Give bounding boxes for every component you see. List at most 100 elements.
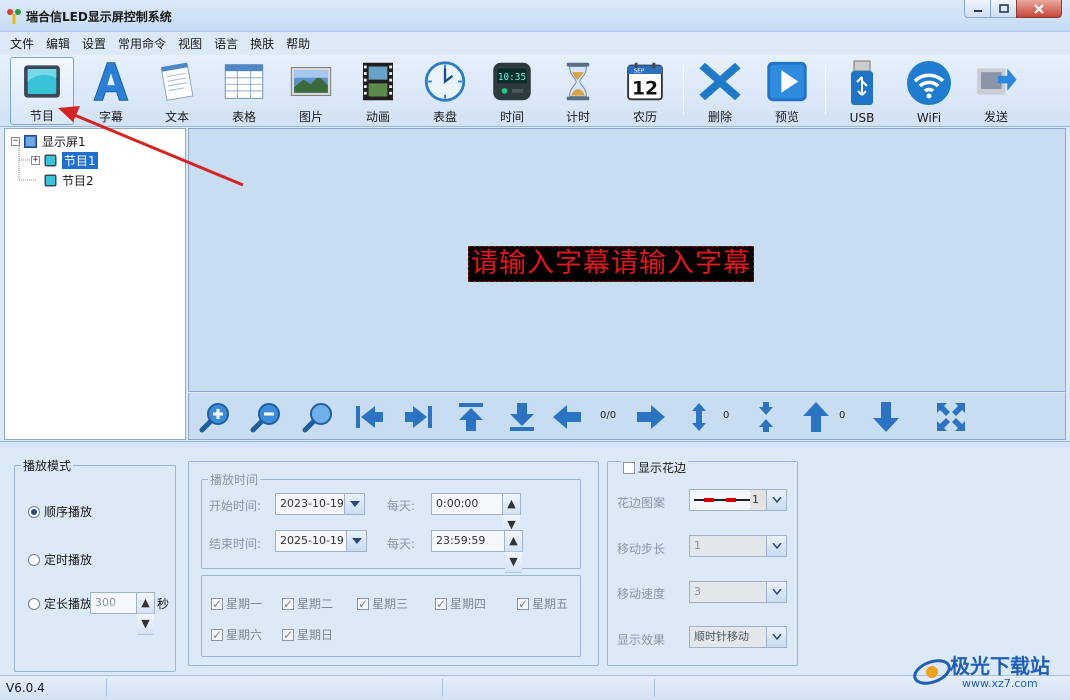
fullscreen-icon[interactable] — [935, 401, 967, 433]
led-canvas[interactable]: 请输入字幕请输入字幕 — [188, 128, 1066, 392]
chevron-down-icon[interactable] — [766, 536, 786, 556]
expand-vertical-icon[interactable] — [683, 401, 715, 433]
show-border-checkbox[interactable]: 显示花边 — [621, 459, 689, 476]
table-button[interactable]: 表格 — [212, 57, 276, 125]
zoom-fit-icon[interactable] — [302, 401, 334, 433]
check-icon: ✓ — [435, 596, 447, 611]
timer-button[interactable]: 计时 — [546, 57, 610, 125]
weekday-mon-checkbox[interactable]: ✓ 星期一 — [211, 595, 262, 612]
menu-help[interactable]: 帮助 — [280, 33, 316, 55]
duration-play-radio[interactable]: 定长播放 — [28, 595, 92, 612]
move-speed-select[interactable]: 3 — [689, 581, 787, 603]
time-spin[interactable]: ▲ ▼ — [502, 494, 520, 536]
tree-node-program-2[interactable]: 节目2 — [44, 171, 94, 189]
check-icon: ✓ — [357, 596, 369, 611]
tree-node-program-1[interactable]: + 节目1 — [31, 151, 98, 169]
menu-settings[interactable]: 设置 — [76, 33, 112, 55]
border-pattern-preview — [694, 498, 750, 502]
menu-edit[interactable]: 编辑 — [40, 33, 76, 55]
duration-value: 300 — [95, 596, 116, 609]
display-effect-select[interactable]: 顺时针移动 — [689, 626, 787, 648]
time-button[interactable]: 10:35 时间 — [480, 57, 544, 125]
last-page-icon[interactable] — [403, 401, 435, 433]
close-button[interactable] — [1016, 0, 1062, 18]
arrow-left-icon[interactable] — [551, 401, 583, 433]
compress-vertical-icon[interactable] — [750, 401, 782, 433]
clock-dial-button[interactable]: 表盘 — [413, 57, 477, 125]
sequential-play-radio[interactable]: 顺序播放 — [28, 503, 92, 520]
preview-button[interactable]: 预览 — [755, 57, 819, 125]
weekday-sat-checkbox[interactable]: ✓ 星期六 — [211, 626, 262, 643]
weekday-sun-checkbox[interactable]: ✓ 星期日 — [282, 626, 333, 643]
delete-button[interactable]: 删除 — [688, 57, 752, 125]
wifi-button[interactable]: WiFi — [897, 57, 961, 125]
menu-common-commands[interactable]: 常用命令 — [112, 33, 172, 55]
date-dropdown-icon[interactable] — [346, 531, 366, 551]
up-counter: 0 — [839, 410, 846, 421]
weekday-tue-label: 星期二 — [297, 597, 334, 611]
weekday-mon-label: 星期一 — [226, 597, 263, 611]
end-date-picker[interactable]: 2025-10-19 — [275, 530, 367, 552]
collapse-toggle[interactable]: − — [11, 136, 20, 146]
zoom-in-icon[interactable] — [199, 401, 231, 433]
move-step-value: 1 — [694, 539, 701, 552]
picture-button[interactable]: 图片 — [279, 57, 343, 125]
settings-panel: 播放模式 顺序播放 定时播放 定长播放 300 ▲ ▼ 秒 播放时间 开始时间: … — [0, 447, 1070, 675]
menu-skin[interactable]: 换肤 — [244, 33, 280, 55]
radio-checked-icon — [28, 505, 40, 518]
spin-up-icon[interactable]: ▲ — [505, 531, 522, 552]
border-pattern-select[interactable]: 1 — [689, 489, 787, 511]
tree-node-screen[interactable]: − 显示屏1 — [11, 132, 86, 150]
play-mode-legend: 播放模式 — [23, 459, 72, 473]
spin-down-icon[interactable]: ▼ — [137, 614, 154, 635]
arrow-up-icon[interactable] — [800, 401, 832, 433]
led-subtitle-text[interactable]: 请输入字幕请输入字幕 — [468, 246, 754, 282]
expand-toggle[interactable]: + — [31, 155, 40, 165]
animation-button[interactable]: 动画 — [346, 57, 410, 125]
check-icon: ✓ — [211, 596, 223, 611]
menu-file[interactable]: 文件 — [4, 33, 40, 55]
minimize-button[interactable] — [964, 0, 991, 18]
arrow-down-icon[interactable] — [870, 401, 902, 433]
duration-stepper[interactable]: 300 ▲ ▼ — [90, 592, 155, 635]
status-separator — [654, 679, 655, 697]
daily-start-stepper[interactable]: 0:00:00 ▲ ▼ — [431, 493, 521, 536]
scheduled-play-radio[interactable]: 定时播放 — [28, 551, 92, 568]
weekday-fri-checkbox[interactable]: ✓ 星期五 — [517, 595, 568, 612]
chevron-down-icon[interactable] — [766, 582, 786, 602]
subtitle-button[interactable]: 字幕 — [79, 57, 143, 125]
spin-down-icon[interactable]: ▼ — [505, 552, 522, 573]
arrow-right-icon[interactable] — [635, 401, 667, 433]
chevron-down-icon[interactable] — [766, 490, 786, 510]
lunar-calendar-button[interactable]: SEP 12 农历 — [613, 57, 677, 125]
date-dropdown-icon[interactable] — [344, 494, 364, 514]
menu-language[interactable]: 语言 — [208, 33, 244, 55]
status-separator — [442, 679, 443, 697]
chevron-down-icon[interactable] — [766, 627, 786, 647]
move-to-bottom-icon[interactable] — [506, 401, 538, 433]
move-to-top-icon[interactable] — [455, 401, 487, 433]
maximize-button[interactable] — [990, 0, 1017, 18]
duration-spin[interactable]: ▲ ▼ — [136, 593, 154, 635]
spin-up-icon[interactable]: ▲ — [137, 593, 154, 614]
weekday-thu-checkbox[interactable]: ✓ 星期四 — [435, 595, 486, 612]
spin-up-icon[interactable]: ▲ — [503, 494, 520, 515]
start-date-picker[interactable]: 2023-10-19 — [275, 493, 365, 515]
time-spin[interactable]: ▲ ▼ — [504, 531, 522, 573]
check-icon: ✓ — [211, 627, 223, 642]
send-button[interactable]: 发送 — [964, 57, 1028, 125]
daily-end-stepper[interactable]: 23:59:59 ▲ ▼ — [431, 530, 523, 573]
usb-button[interactable]: USB — [830, 57, 894, 125]
text-button[interactable]: 文本 — [145, 57, 209, 125]
weekday-wed-checkbox[interactable]: ✓ 星期三 — [357, 595, 408, 612]
delete-x-icon — [699, 62, 741, 101]
menu-view[interactable]: 视图 — [172, 33, 208, 55]
weekday-tue-checkbox[interactable]: ✓ 星期二 — [282, 595, 333, 612]
move-step-select[interactable]: 1 — [689, 535, 787, 557]
wifi-icon — [907, 61, 951, 105]
text-label: 文本 — [164, 110, 189, 124]
first-page-icon[interactable] — [353, 401, 385, 433]
program-button[interactable]: 节目 — [10, 57, 74, 125]
minimize-icon — [973, 9, 982, 12]
zoom-out-icon[interactable] — [250, 401, 282, 433]
